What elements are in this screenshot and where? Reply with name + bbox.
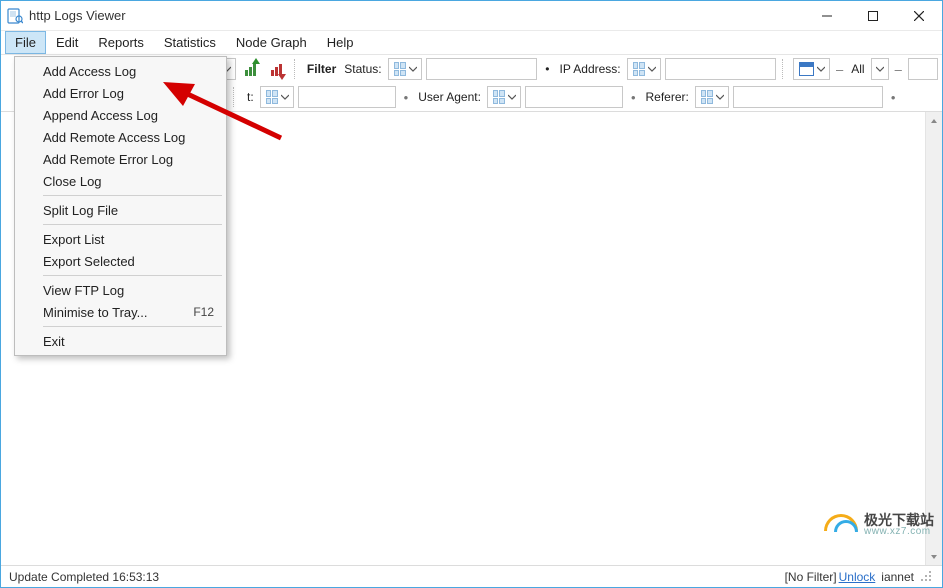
menu-export-list[interactable]: Export List <box>17 228 224 250</box>
minimize-button[interactable] <box>804 1 850 30</box>
sort-asc-button[interactable] <box>240 58 262 80</box>
menu-add-error-log[interactable]: Add Error Log <box>17 82 224 104</box>
menu-file[interactable]: File <box>5 31 46 54</box>
status-author: iannet <box>877 570 914 584</box>
menu-reports[interactable]: Reports <box>88 31 154 54</box>
menu-help[interactable]: Help <box>317 31 364 54</box>
app-icon <box>7 8 23 24</box>
status-label: Status: <box>342 62 383 76</box>
date-combo[interactable] <box>793 58 830 80</box>
menubar: File Edit Reports Statistics Node Graph … <box>1 31 942 55</box>
menu-separator <box>43 195 222 196</box>
statusbar: Update Completed 16:53:13 [No Filter] Un… <box>1 565 942 587</box>
vertical-scrollbar[interactable] <box>925 112 942 565</box>
status-input[interactable] <box>426 58 538 80</box>
trailing-input-1[interactable] <box>908 58 938 80</box>
filter-label: Filter <box>305 62 338 76</box>
ip-grid-combo[interactable] <box>627 58 661 80</box>
menu-statistics[interactable]: Statistics <box>154 31 226 54</box>
sort-desc-button[interactable] <box>266 58 288 80</box>
close-button[interactable] <box>896 1 942 30</box>
calendar-icon <box>799 62 814 76</box>
titlebar: http Logs Viewer <box>1 1 942 31</box>
menu-split-log-file[interactable]: Split Log File <box>17 199 224 221</box>
menu-exit[interactable]: Exit <box>17 330 224 352</box>
all-combo[interactable] <box>871 58 889 80</box>
watermark-text-url: www.xz7.com <box>864 527 934 537</box>
menu-add-access-log[interactable]: Add Access Log <box>17 60 224 82</box>
status-grid-combo[interactable] <box>388 58 422 80</box>
referer-input[interactable] <box>733 86 883 108</box>
ip-label: IP Address: <box>557 62 622 76</box>
watermark-logo-icon <box>824 514 858 536</box>
status-unlock-link[interactable]: Unlock <box>837 570 878 584</box>
watermark: 极光下载站 www.xz7.com <box>824 513 934 537</box>
app-window: http Logs Viewer File Edit Reports Stati… <box>0 0 943 588</box>
file-dropdown: Add Access Log Add Error Log Append Acce… <box>14 56 227 356</box>
scroll-up-button[interactable] <box>926 112 943 129</box>
menu-add-remote-error-log[interactable]: Add Remote Error Log <box>17 148 224 170</box>
window-title: http Logs Viewer <box>29 8 126 23</box>
trunc-combo[interactable] <box>260 86 294 108</box>
trunc-label: t: <box>245 90 256 104</box>
status-no-filter: [No Filter] <box>785 570 837 584</box>
referer-label: Referer: <box>644 90 691 104</box>
watermark-text-cn: 极光下载站 <box>864 513 934 527</box>
scroll-down-button[interactable] <box>926 548 943 565</box>
referer-combo[interactable] <box>695 86 729 108</box>
trunc-input[interactable] <box>298 86 396 108</box>
menu-view-ftp-log[interactable]: View FTP Log <box>17 279 224 301</box>
useragent-input[interactable] <box>525 86 623 108</box>
menu-append-access-log[interactable]: Append Access Log <box>17 104 224 126</box>
menu-edit[interactable]: Edit <box>46 31 88 54</box>
ip-input[interactable] <box>665 58 777 80</box>
menu-add-remote-access-log[interactable]: Add Remote Access Log <box>17 126 224 148</box>
menu-minimise-to-tray[interactable]: Minimise to Tray...F12 <box>17 301 224 323</box>
menu-export-selected[interactable]: Export Selected <box>17 250 224 272</box>
maximize-button[interactable] <box>850 1 896 30</box>
status-left: Update Completed 16:53:13 <box>9 570 159 584</box>
useragent-label: User Agent: <box>416 90 483 104</box>
menu-close-log[interactable]: Close Log <box>17 170 224 192</box>
window-controls <box>804 1 942 30</box>
menu-nodegraph[interactable]: Node Graph <box>226 31 317 54</box>
useragent-combo[interactable] <box>487 86 521 108</box>
resize-grip-icon[interactable] <box>920 570 934 584</box>
all-label: All <box>849 62 866 76</box>
